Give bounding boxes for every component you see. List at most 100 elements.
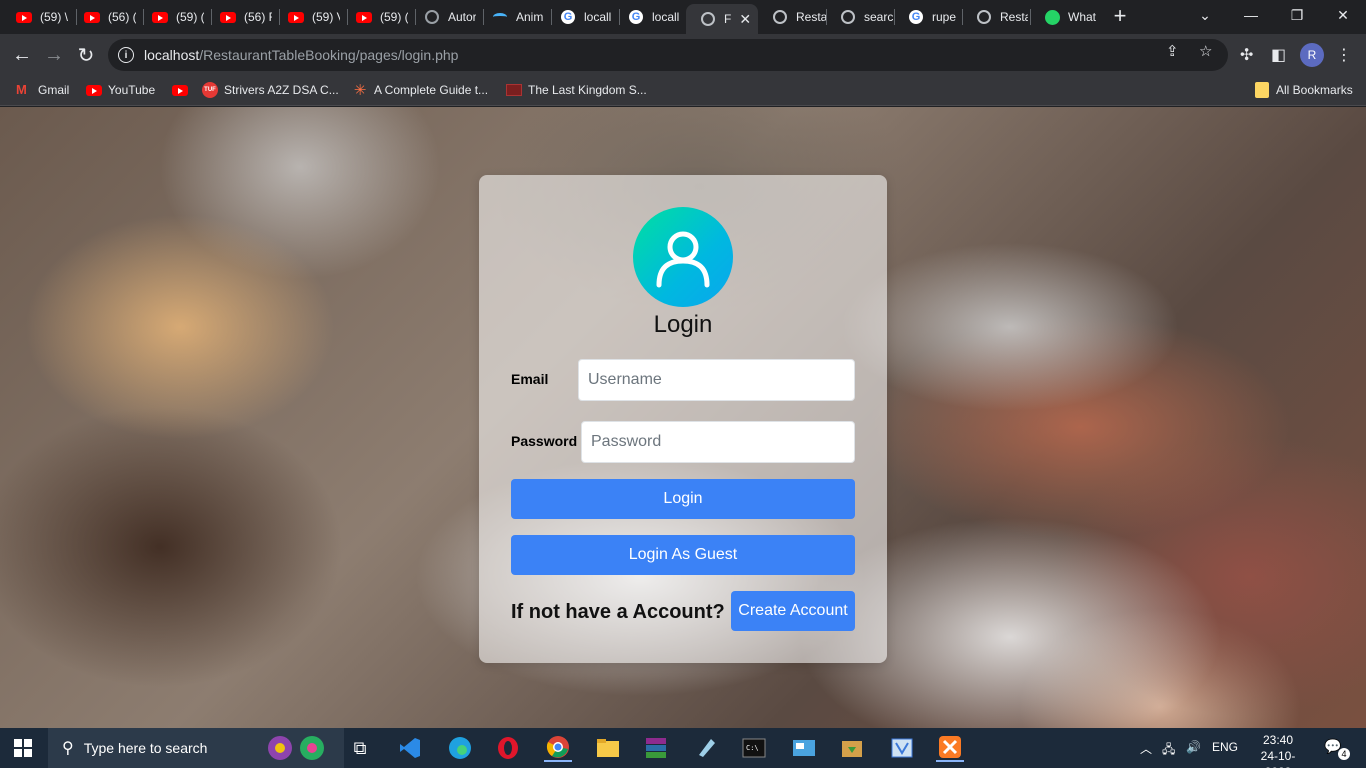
reload-button[interactable]: ↻ [72,41,100,69]
site-info-icon[interactable]: i [118,47,134,63]
globe-icon [840,9,856,25]
tab-restaurant-1[interactable]: Resta [758,4,826,30]
tab-google-2[interactable]: G locall [614,4,680,30]
xampp-icon[interactable] [936,734,964,762]
tab-restaurant-2[interactable]: Resta [962,4,1028,30]
url-text: localhost/RestaurantTableBooking/pages/l… [144,47,459,63]
account-question: If not have a Account? [511,601,725,623]
tab-search-dropdown-icon[interactable]: ⌄ [1182,0,1228,30]
chatgpt-icon [424,9,440,25]
bookmark-gmail[interactable]: M Gmail [16,82,69,98]
password-label: Password [511,433,578,449]
password-field[interactable] [581,421,855,463]
create-account-button[interactable]: Create Account [731,591,855,631]
profile-avatar[interactable]: R [1300,43,1324,67]
notepad-icon[interactable] [692,734,720,762]
search-highlight-icon[interactable] [264,734,328,762]
user-avatar-icon [633,207,733,307]
login-as-guest-button[interactable]: Login As Guest [511,535,855,575]
youtube-icon [86,82,102,98]
terminal-icon[interactable]: C:\ [740,734,768,762]
login-button[interactable]: Login [511,479,855,519]
winrar-icon[interactable] [642,734,670,762]
youtube-icon [356,9,372,25]
asterisk-icon: ✳ [353,82,367,99]
language-indicator[interactable]: ENG [1212,740,1238,754]
tab-youtube-5[interactable]: (59) V [274,4,340,30]
youtube-icon [16,9,32,25]
youtube-icon [220,9,236,25]
tab-active[interactable]: F ✕ [686,4,758,34]
tab-search[interactable]: searc [826,4,894,30]
close-tab-icon[interactable]: ✕ [739,11,751,28]
new-tab-button[interactable]: + [1108,5,1132,29]
bookmark-star-icon[interactable]: ☆ [1199,42,1212,60]
search-icon: ⚲ [62,740,74,757]
back-button[interactable]: ← [8,41,36,69]
google-icon: G [628,9,644,25]
globe-icon [976,9,992,25]
email-label: Email [511,371,549,387]
volume-icon[interactable]: 🔊 [1186,740,1201,754]
chrome-icon[interactable] [544,734,572,762]
globe-icon [772,9,788,25]
youtube-icon [152,9,168,25]
bookmark-youtube-2[interactable] [172,82,194,98]
side-panel-icon[interactable]: ◧ [1271,45,1286,65]
tab-youtube-3[interactable]: (59) ( [138,4,204,30]
email-field[interactable] [578,359,855,401]
vscode-icon[interactable] [396,734,424,762]
svg-text:C:\: C:\ [746,744,759,752]
menu-icon[interactable]: ⋮ [1336,45,1352,65]
clock[interactable]: 23:40 24-10-2023 [1248,732,1308,768]
extensions-icon[interactable]: ✣ [1240,45,1253,65]
youtube-icon [172,82,188,98]
share-icon[interactable]: ⇪ [1166,42,1179,60]
google-icon: G [560,9,576,25]
visio-icon[interactable] [888,734,916,762]
all-bookmarks[interactable]: All Bookmarks [1254,82,1353,98]
network-icon[interactable]: 🖧 [1162,740,1175,761]
opera-icon[interactable] [494,734,522,762]
tab-youtube-1[interactable]: (59) \ [2,4,68,30]
install-icon[interactable] [838,734,866,762]
tab-animation[interactable]: Anim [478,4,544,30]
restore-button[interactable]: ❐ [1274,0,1320,30]
bookmark-last-kingdom[interactable]: The Last Kingdom S... [506,82,647,98]
tab-youtube-2[interactable]: (56) ( [70,4,136,30]
tab-google-1[interactable]: G locall [546,4,612,30]
close-window-button[interactable]: ✕ [1320,0,1366,30]
bookmark-complete-guide[interactable]: ✳ A Complete Guide t... [352,82,488,99]
folder-icon [1254,82,1270,98]
globe-icon [700,11,716,27]
control-panel-icon[interactable] [790,734,818,762]
notification-count-badge: 4 [1338,748,1350,760]
bookmarks-bar: M Gmail YouTube TUF Strivers A2Z DSA C..… [0,76,1366,106]
minimize-button[interactable]: — [1228,0,1274,30]
clock-date: 24-10-2023 [1260,749,1296,768]
forward-button[interactable]: → [40,41,68,69]
login-card: Login Email Password Login Login As Gues… [479,175,887,663]
task-view-icon[interactable]: ⧉ [346,734,374,762]
tab-chatgpt[interactable]: Autor [410,4,476,30]
address-bar[interactable]: i localhost/RestaurantTableBooking/pages… [108,39,1228,71]
bookmark-strivers[interactable]: TUF Strivers A2Z DSA C... [202,82,339,98]
show-hidden-icons-icon[interactable]: ︿ [1140,740,1152,757]
tab-youtube-4[interactable]: (56) F [206,4,272,30]
edge-icon[interactable] [446,734,474,762]
clock-time: 23:40 [1262,733,1294,747]
page-title: Login [653,311,713,338]
file-explorer-icon[interactable] [594,734,622,762]
windows-start-icon[interactable] [14,739,32,757]
tab-whatsapp[interactable]: What [1030,4,1096,30]
windows-taskbar: ⚲ Type here to search ⧉ C:\ ︿ 🖧 🔊 ENG 23… [0,728,1366,768]
tuf-icon: TUF [202,82,218,98]
gmail-icon: M [16,82,27,97]
whatsapp-icon [1044,9,1060,25]
tab-rupee[interactable]: G rupe [894,4,960,30]
tab-strip: (59) \ (56) ( (59) ( (56) F (59) V (59) … [0,0,1366,34]
film-icon [506,82,522,98]
animation-icon [492,9,508,25]
bookmark-youtube[interactable]: YouTube [86,82,155,98]
tab-youtube-6[interactable]: (59) ( [342,4,408,30]
